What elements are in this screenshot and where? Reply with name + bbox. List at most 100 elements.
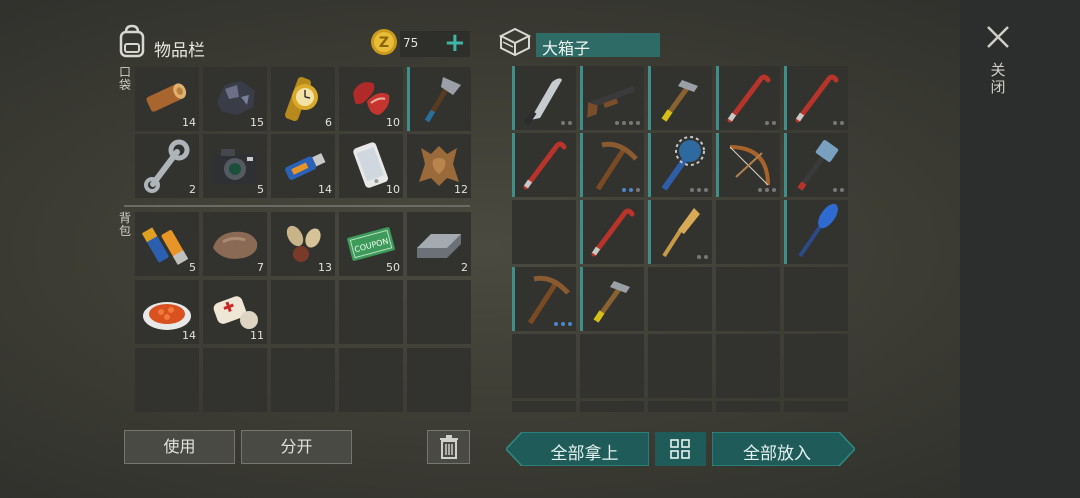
empty-slot[interactable] bbox=[648, 401, 712, 412]
upgrade-dots bbox=[833, 121, 844, 125]
take-all-button[interactable]: 全部拿上 bbox=[506, 432, 649, 466]
item-slot-crowbar[interactable] bbox=[580, 200, 644, 264]
empty-slot[interactable] bbox=[407, 280, 471, 344]
item-count: 6 bbox=[325, 116, 332, 129]
use-button[interactable]: 使用 bbox=[124, 430, 235, 464]
empty-slot[interactable] bbox=[784, 401, 848, 412]
empty-slot[interactable] bbox=[716, 334, 780, 398]
empty-slot[interactable] bbox=[135, 348, 199, 412]
sort-button[interactable] bbox=[655, 432, 706, 466]
chest-title: 大箱子 bbox=[542, 39, 591, 58]
item-slot-sledgehammer[interactable] bbox=[784, 133, 848, 197]
grid-sort-icon bbox=[670, 439, 690, 459]
item-slot-batteries[interactable]: 5 bbox=[135, 212, 199, 276]
item-slot-wrench[interactable]: 2 bbox=[135, 134, 199, 198]
trash-button[interactable] bbox=[427, 430, 470, 464]
upgrade-dots bbox=[758, 188, 776, 192]
upgrade-dots bbox=[554, 322, 572, 326]
empty-slot[interactable] bbox=[716, 200, 780, 264]
empty-slot[interactable] bbox=[512, 401, 576, 412]
item-slot-crowbar[interactable] bbox=[784, 66, 848, 130]
item-slot-pickaxe[interactable] bbox=[512, 267, 576, 331]
item-slot-seeds[interactable]: 13 bbox=[271, 212, 335, 276]
close-label: 关闭 bbox=[990, 61, 1006, 96]
item-slot-paddle[interactable] bbox=[784, 200, 848, 264]
trash-icon bbox=[439, 435, 458, 459]
upgrade-dots bbox=[690, 188, 708, 192]
empty-slot[interactable] bbox=[339, 280, 403, 344]
item-count: 50 bbox=[386, 261, 400, 274]
item-slot-stone[interactable]: 7 bbox=[203, 212, 267, 276]
pocket-label: 口袋 bbox=[118, 65, 131, 92]
empty-slot[interactable] bbox=[580, 334, 644, 398]
upgrade-dots bbox=[561, 121, 572, 125]
svg-text:Z: Z bbox=[379, 35, 389, 51]
empty-slot[interactable] bbox=[203, 348, 267, 412]
section-divider bbox=[124, 205, 470, 207]
item-count: 13 bbox=[318, 261, 332, 274]
item-count: 10 bbox=[386, 116, 400, 129]
item-slot-raw-meat[interactable]: 10 bbox=[339, 67, 403, 131]
item-slot-spiked-club[interactable] bbox=[648, 133, 712, 197]
right-side-panel bbox=[960, 0, 1080, 498]
item-count: 5 bbox=[189, 261, 196, 274]
chest-grid bbox=[512, 66, 849, 412]
item-slot-food-plate[interactable]: 14 bbox=[135, 280, 199, 344]
item-slot-hammer[interactable] bbox=[648, 66, 712, 130]
item-slot-usb-drive[interactable]: 14 bbox=[271, 134, 335, 198]
empty-slot[interactable] bbox=[271, 280, 335, 344]
item-slot-hatchet[interactable] bbox=[407, 67, 471, 131]
add-coins-button[interactable]: + bbox=[444, 28, 466, 58]
item-slot-log[interactable]: 14 bbox=[135, 67, 199, 131]
item-count: 5 bbox=[257, 183, 264, 196]
item-slot-iron-ingot[interactable]: 2 bbox=[407, 212, 471, 276]
empty-slot[interactable] bbox=[716, 401, 780, 412]
item-slot-hammer[interactable] bbox=[580, 267, 644, 331]
coin-display: 75 + bbox=[400, 28, 470, 58]
item-slot-animal-hide[interactable]: 12 bbox=[407, 134, 471, 198]
empty-slot[interactable] bbox=[648, 334, 712, 398]
item-slot-crowbar[interactable] bbox=[512, 133, 576, 197]
inventory-title: 物品栏 bbox=[154, 41, 205, 61]
item-count: 10 bbox=[386, 183, 400, 196]
empty-slot[interactable] bbox=[648, 267, 712, 331]
empty-slot[interactable] bbox=[784, 267, 848, 331]
empty-slot[interactable] bbox=[407, 348, 471, 412]
empty-slot[interactable] bbox=[512, 200, 576, 264]
empty-slot[interactable] bbox=[271, 348, 335, 412]
upgrade-dots bbox=[615, 121, 640, 125]
item-slot-pickaxe[interactable] bbox=[580, 133, 644, 197]
item-slot-gold-watch[interactable]: 6 bbox=[271, 67, 335, 131]
item-slot-ration-coupon[interactable]: COUPON 50 bbox=[339, 212, 403, 276]
close-button[interactable] bbox=[985, 24, 1011, 50]
empty-slot[interactable] bbox=[339, 348, 403, 412]
take-all-label: 全部拿上 bbox=[550, 444, 619, 464]
empty-slot[interactable] bbox=[512, 334, 576, 398]
item-slot-machete[interactable] bbox=[512, 66, 576, 130]
put-all-button[interactable]: 全部放入 bbox=[712, 432, 855, 466]
empty-slot[interactable] bbox=[784, 334, 848, 398]
item-slot-camera[interactable]: 5 bbox=[203, 134, 267, 198]
item-slot-wooden-oar[interactable] bbox=[648, 200, 712, 264]
split-button[interactable]: 分开 bbox=[241, 430, 352, 464]
item-slot-crowbar[interactable] bbox=[716, 66, 780, 130]
item-slot-coal-ore[interactable]: 15 bbox=[203, 67, 267, 131]
put-all-label: 全部放入 bbox=[743, 444, 811, 464]
item-slot-bow[interactable] bbox=[716, 133, 780, 197]
item-slot-shotgun[interactable] bbox=[580, 66, 644, 130]
item-slot-smartphone[interactable]: 10 bbox=[339, 134, 403, 198]
empty-slot[interactable] bbox=[716, 267, 780, 331]
backpack-label: 背包 bbox=[118, 211, 131, 238]
item-count: 15 bbox=[250, 116, 264, 129]
item-count: 14 bbox=[318, 183, 332, 196]
upgrade-dots bbox=[833, 188, 844, 192]
close-icon bbox=[987, 26, 1009, 48]
empty-slot[interactable] bbox=[580, 401, 644, 412]
chest-icon bbox=[497, 26, 533, 58]
backpack-icon bbox=[117, 24, 147, 58]
item-count: 14 bbox=[182, 329, 196, 342]
coin-icon: Z bbox=[370, 28, 398, 56]
item-slot-bandage[interactable]: 11 bbox=[203, 280, 267, 344]
item-count: 14 bbox=[182, 116, 196, 129]
item-count: 2 bbox=[189, 183, 196, 196]
